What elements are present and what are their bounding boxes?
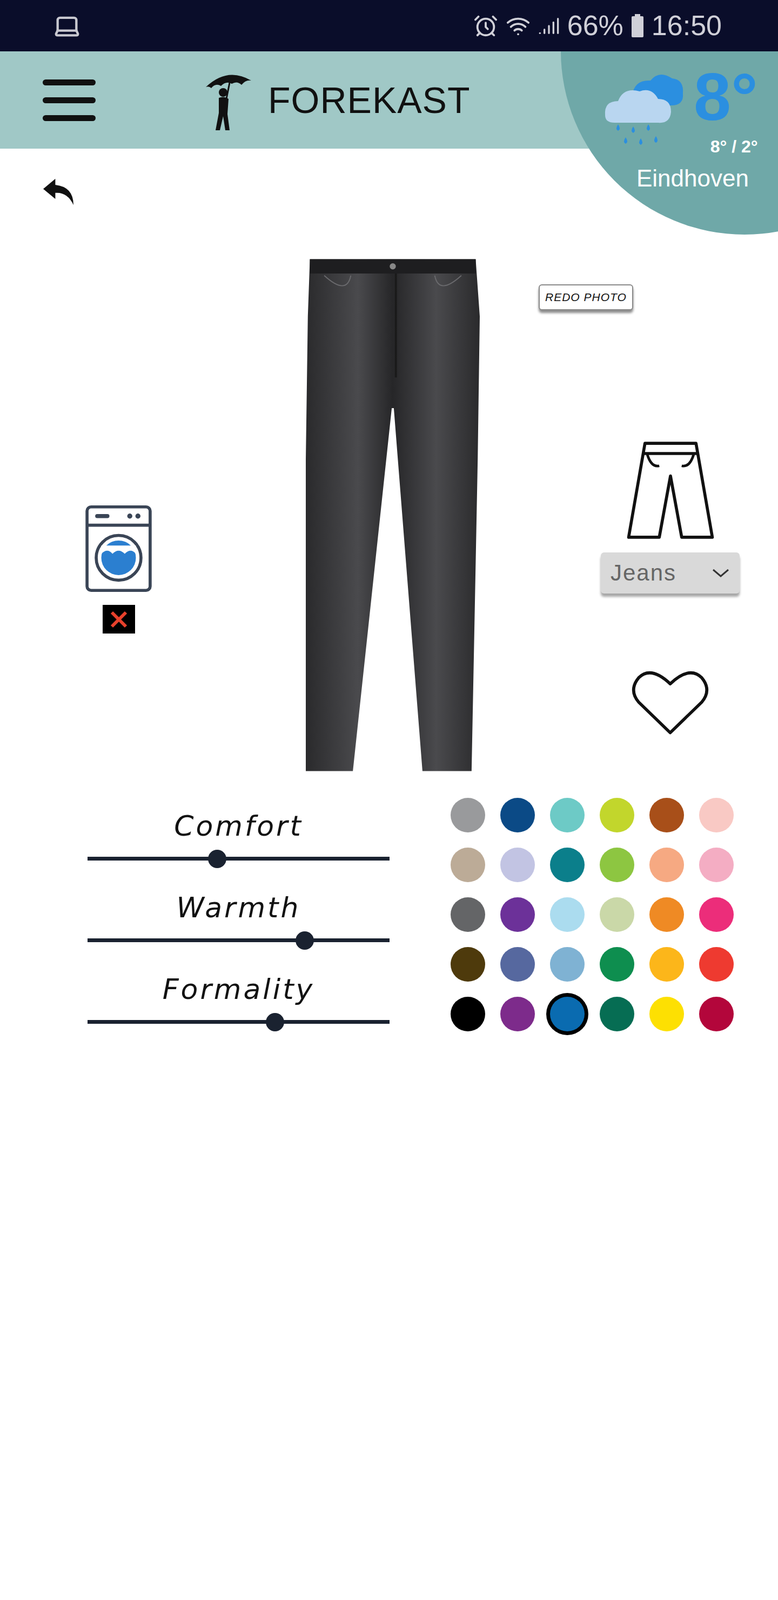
color-swatch[interactable]	[550, 797, 585, 833]
color-swatch[interactable]	[550, 996, 585, 1031]
color-swatch[interactable]	[599, 946, 635, 982]
clock: 16:50	[651, 10, 722, 42]
status-bar: 66% 16:50	[0, 0, 778, 52]
color-swatch[interactable]	[599, 996, 635, 1031]
cross-icon	[109, 609, 129, 629]
color-swatch[interactable]	[699, 797, 734, 833]
menu-bar	[42, 79, 96, 86]
favorite-button[interactable]	[630, 667, 710, 737]
color-swatch[interactable]	[500, 996, 535, 1031]
slider-track[interactable]	[87, 849, 390, 868]
color-swatch[interactable]	[450, 896, 486, 932]
color-swatch[interactable]	[649, 996, 684, 1031]
color-swatch[interactable]	[599, 896, 635, 932]
color-swatch[interactable]	[649, 896, 684, 932]
back-arrow-icon	[41, 176, 76, 207]
chevron-down-icon	[711, 567, 730, 579]
color-swatch[interactable]	[500, 946, 535, 982]
color-swatch[interactable]	[699, 946, 734, 982]
color-swatch[interactable]	[450, 946, 486, 982]
color-swatch[interactable]	[599, 847, 635, 882]
washing-machine-icon	[84, 504, 153, 593]
color-swatch[interactable]	[500, 847, 535, 882]
slider-knob[interactable]	[295, 930, 314, 950]
weather-summary: 8° 8° / 2°	[599, 63, 773, 157]
pants-icon	[624, 438, 717, 542]
laptop-icon	[52, 11, 82, 40]
app-logo: FOREKAST	[203, 68, 471, 132]
color-swatch[interactable]	[550, 847, 585, 882]
color-palette	[450, 797, 734, 1031]
not-washable-mark[interactable]	[102, 604, 136, 634]
color-swatch[interactable]	[450, 797, 486, 833]
city-name: Eindhoven	[636, 164, 773, 192]
battery-level: 66%	[567, 10, 624, 42]
wifi-icon	[505, 13, 531, 39]
signal-icon	[538, 15, 560, 37]
color-swatch[interactable]	[550, 896, 585, 932]
back-button[interactable]	[41, 176, 76, 207]
color-swatch[interactable]	[649, 797, 684, 833]
temperature-range: 8° / 2°	[710, 136, 759, 157]
color-swatch[interactable]	[450, 847, 486, 882]
color-swatch[interactable]	[649, 847, 684, 882]
color-swatch[interactable]	[599, 797, 635, 833]
item-options: REDO PHOTO Jeans	[479, 255, 778, 775]
app-screen: 66% 16:50 FOREKAST 8° 8° / 2° Eindhoven REDO P…	[0, 0, 778, 1600]
item-area: REDO PHOTO Jeans	[0, 255, 778, 775]
menu-button[interactable]	[42, 79, 96, 122]
slider-label: Comfort	[87, 807, 390, 844]
color-swatch[interactable]	[649, 946, 684, 982]
brand-name: FOREKAST	[267, 78, 471, 122]
app-header: FOREKAST8°8° / 2°Eindhoven	[0, 51, 778, 149]
slider-knob[interactable]	[265, 1012, 285, 1031]
rain-cloud-icon	[599, 63, 687, 150]
slider-knob[interactable]	[208, 849, 227, 868]
color-swatch[interactable]	[699, 847, 734, 882]
alarm-icon	[473, 13, 499, 39]
slider-row: Formality	[87, 970, 390, 1031]
slider-list: Comfort Warmth Formality	[87, 797, 390, 1031]
temperature-group: 8° 8° / 2°	[693, 63, 759, 157]
heart-icon	[630, 667, 710, 737]
menu-bar	[42, 115, 96, 122]
color-swatch[interactable]	[699, 896, 734, 932]
item-photo	[305, 255, 480, 775]
temperature: 8°	[693, 63, 759, 131]
category-dropdown[interactable]: Jeans	[600, 552, 740, 594]
color-swatch[interactable]	[699, 996, 734, 1031]
weather-info[interactable]: 8° 8° / 2° Eindhoven	[599, 63, 773, 192]
attribute-controls: Comfort Warmth Formality	[0, 797, 778, 1031]
color-swatch[interactable]	[500, 896, 535, 932]
slider-row: Warmth	[87, 889, 390, 950]
slider-label: Warmth	[87, 889, 390, 925]
jeans-photo	[305, 255, 480, 775]
battery-icon	[631, 14, 645, 38]
menu-bar	[42, 97, 96, 104]
category-value: Jeans	[610, 559, 677, 586]
slider-track[interactable]	[87, 1012, 390, 1031]
color-swatch[interactable]	[550, 946, 585, 982]
slider-track[interactable]	[87, 930, 390, 950]
wash-setting[interactable]	[84, 504, 153, 634]
status-indicators: 66% 16:50	[473, 10, 722, 42]
color-swatch[interactable]	[450, 996, 486, 1031]
umbrella-man-icon	[203, 68, 253, 132]
color-swatch[interactable]	[500, 797, 535, 833]
slider-row: Comfort	[87, 807, 390, 868]
redo-photo-button[interactable]: REDO PHOTO	[538, 284, 634, 311]
slider-label: Formality	[87, 970, 390, 1007]
category-picker: Jeans	[600, 438, 740, 737]
